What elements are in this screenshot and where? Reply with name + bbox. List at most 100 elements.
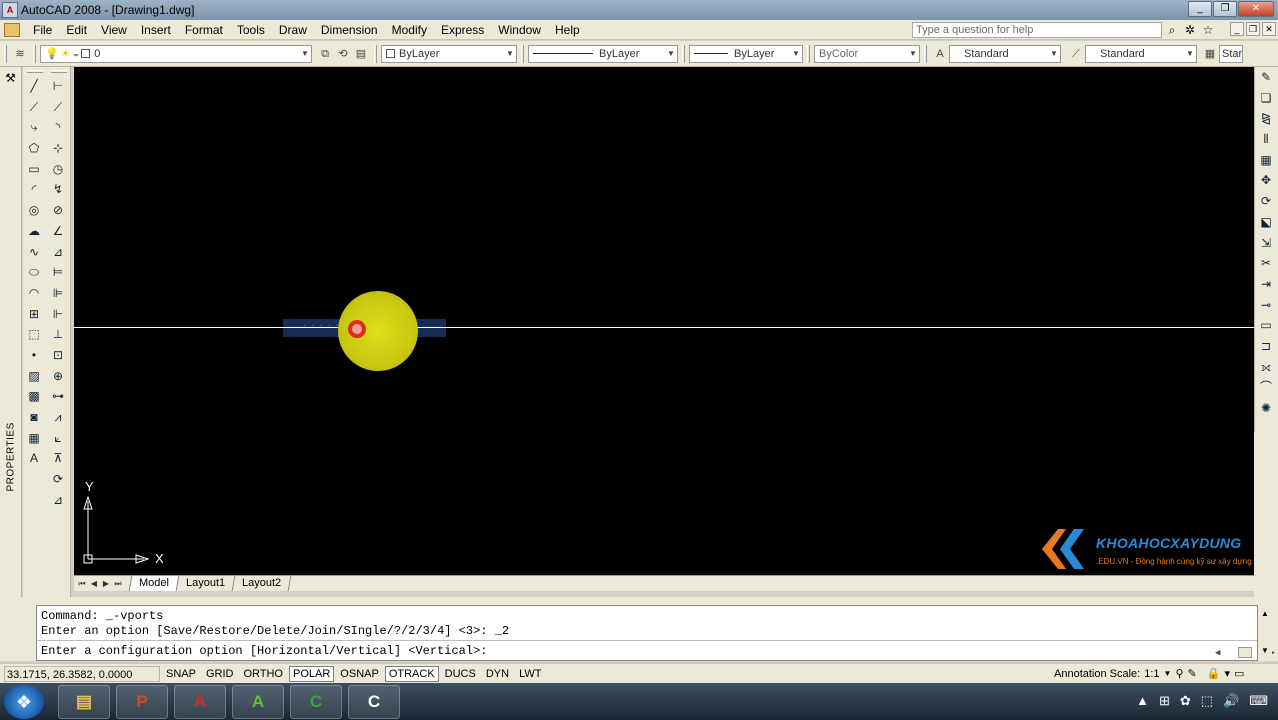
minimize-button[interactable]: _ [1188, 1, 1212, 17]
network-icon[interactable]: ✿ [1180, 693, 1191, 709]
status-menu-icon[interactable]: ▾ [1224, 666, 1230, 682]
toolbar-grip[interactable] [521, 44, 524, 63]
insert-block-icon[interactable]: ⊞ [23, 304, 45, 325]
break-at-point-icon[interactable]: ⊸ [1255, 295, 1277, 316]
continue-dimension-icon[interactable]: ⊫ [47, 283, 69, 304]
lock-icon[interactable]: 🔒 [1207, 666, 1221, 682]
trim-icon[interactable]: ✂ [1255, 253, 1277, 274]
ellipse-icon[interactable]: ⬭ [23, 262, 45, 283]
coordinates-display[interactable]: 33.1715, 26.3582, 0.0000 [4, 665, 160, 682]
tab-layout1[interactable]: Layout1 [175, 576, 235, 591]
menu-format[interactable]: Format [178, 20, 230, 40]
close-button[interactable]: ✕ [1238, 1, 1274, 17]
scroll-down-icon[interactable]: ▼ [1258, 646, 1272, 655]
plotstyle-dropdown[interactable]: ByColor ▼ [814, 44, 920, 63]
arc-icon[interactable]: ◜ [23, 179, 45, 200]
erase-icon[interactable]: ✎ [1255, 67, 1277, 88]
keyboard-icon[interactable]: ⌨ [1249, 693, 1268, 709]
chevron-down-icon[interactable]: ▼ [1164, 666, 1172, 682]
make-block-icon[interactable]: ⬚ [23, 324, 45, 345]
status-toggle-grid[interactable]: GRID [202, 666, 238, 682]
dimension-style-icon[interactable]: ⊿ [47, 490, 69, 511]
tolerance-icon[interactable]: ⊡ [47, 345, 69, 366]
join-icon[interactable]: ⊐ [1255, 336, 1277, 357]
layer-dropdown[interactable]: 💡 ☀ ◒ 0 ▼ [40, 44, 312, 63]
scale-icon[interactable]: ⬕ [1255, 212, 1277, 233]
arc-length-icon[interactable]: ◝ [47, 117, 69, 138]
favorites-icon[interactable]: ☆ [1200, 22, 1216, 38]
first-tab-icon[interactable]: ⏮ [76, 578, 88, 590]
menu-draw[interactable]: Draw [272, 20, 314, 40]
camtasia-recorder-icon[interactable]: C [348, 684, 400, 719]
previous-tab-icon[interactable]: ◀ [88, 578, 100, 590]
extend-icon[interactable]: ⇥ [1255, 274, 1277, 295]
doc-minimize-button[interactable]: _ [1230, 22, 1244, 36]
dimension-text-edit-icon[interactable]: ⊼ [47, 448, 69, 469]
status-toggle-otrack[interactable]: OTRACK [384, 665, 439, 682]
jogged-linear-icon[interactable]: ⩘ [47, 407, 69, 428]
linear-dimension-icon[interactable]: ⊢ [47, 76, 69, 97]
dim-style-icon[interactable]: ⟋ [1067, 45, 1085, 63]
dim-style-dropdown[interactable]: Standard ▼ [1085, 44, 1197, 63]
help-search-input[interactable]: Type a question for help [912, 22, 1162, 38]
radius-dimension-icon[interactable]: ◷ [47, 159, 69, 180]
file-explorer-icon[interactable]: ▤ [58, 684, 110, 719]
palette-tools-icon[interactable]: ⚒ [0, 71, 21, 85]
menu-edit[interactable]: Edit [59, 20, 94, 40]
menu-window[interactable]: Window [491, 20, 548, 40]
rotate-icon[interactable]: ⟳ [1255, 191, 1277, 212]
ordinate-dimension-icon[interactable]: ⊹ [47, 138, 69, 159]
table-style-dropdown[interactable]: Star [1219, 44, 1243, 63]
scroll-left-icon[interactable]: ◀ [1215, 648, 1220, 658]
layer-manager-icon[interactable]: ≋ [11, 45, 29, 63]
display-icon[interactable]: ⬚ [1201, 693, 1213, 709]
scroll-thumb[interactable] [1238, 647, 1252, 658]
dimension-edit-icon[interactable]: ⟀ [47, 428, 69, 449]
toolbar-grip[interactable] [50, 70, 67, 73]
angular-dimension-icon[interactable]: ∠ [47, 221, 69, 242]
autocad-2008-icon[interactable]: A [232, 684, 284, 719]
color-dropdown[interactable]: ByLayer ▼ [381, 44, 517, 63]
show-hidden-icons-icon[interactable]: ▲ [1136, 693, 1149, 709]
annotation-visibility-icon[interactable]: ⚲ [1175, 666, 1183, 682]
status-toggle-ortho[interactable]: ORTHO [239, 666, 287, 682]
menu-view[interactable]: View [94, 20, 134, 40]
menu-express[interactable]: Express [434, 20, 491, 40]
command-vertical-scroll[interactable]: ▲ ▼ [1258, 605, 1272, 661]
ellipse-arc-icon[interactable]: ◠ [23, 283, 45, 304]
last-tab-icon[interactable]: ⏭ [112, 578, 124, 590]
search-icon[interactable]: ⌕ [1164, 22, 1180, 38]
dimension-update-icon[interactable]: ⟳ [47, 469, 69, 490]
mirror-icon[interactable]: ⧎ [1255, 108, 1277, 129]
menu-insert[interactable]: Insert [134, 20, 178, 40]
autocad-icon[interactable]: A [174, 684, 226, 719]
baseline-dimension-icon[interactable]: ⊨ [47, 262, 69, 283]
camtasia-icon[interactable]: C [290, 684, 342, 719]
spline-icon[interactable]: ∿ [23, 242, 45, 263]
menu-file[interactable]: File [26, 20, 59, 40]
hatch-icon[interactable]: ▨ [23, 366, 45, 387]
menu-help[interactable]: Help [548, 20, 587, 40]
toolbar-grip[interactable] [33, 44, 36, 63]
doc-restore-button[interactable]: ❐ [1246, 22, 1260, 36]
toolbar-grip[interactable] [374, 44, 377, 63]
dimension-break-icon[interactable]: ⊥ [47, 324, 69, 345]
clean-screen-icon[interactable]: ▭ [1234, 666, 1244, 682]
point-icon[interactable]: • [23, 345, 45, 366]
text-style-dropdown[interactable]: Standard ▼ [949, 44, 1061, 63]
drawing-area[interactable]: · · · · · Y X KHOAHOCXAYDUNG .EDU.VN - Đ… [74, 67, 1254, 575]
explode-icon[interactable]: ✺ [1255, 398, 1277, 419]
status-toggle-dyn[interactable]: DYN [482, 666, 513, 682]
move-icon[interactable]: ✥ [1255, 170, 1277, 191]
multiline-text-icon[interactable]: A [23, 448, 45, 469]
circle-icon[interactable]: ◎ [23, 200, 45, 221]
toolbar-grip[interactable] [27, 70, 43, 73]
break-icon[interactable]: ▭ [1255, 315, 1277, 336]
revision-cloud-icon[interactable]: ☁ [23, 221, 45, 242]
next-tab-icon[interactable]: ▶ [100, 578, 112, 590]
tab-model[interactable]: Model [128, 576, 179, 591]
region-icon[interactable]: ◙ [23, 407, 45, 428]
toolbar-grip[interactable] [682, 44, 685, 63]
properties-palette-label[interactable]: PROPERTIES [6, 422, 17, 491]
lineweight-dropdown[interactable]: ByLayer ▼ [689, 44, 803, 63]
